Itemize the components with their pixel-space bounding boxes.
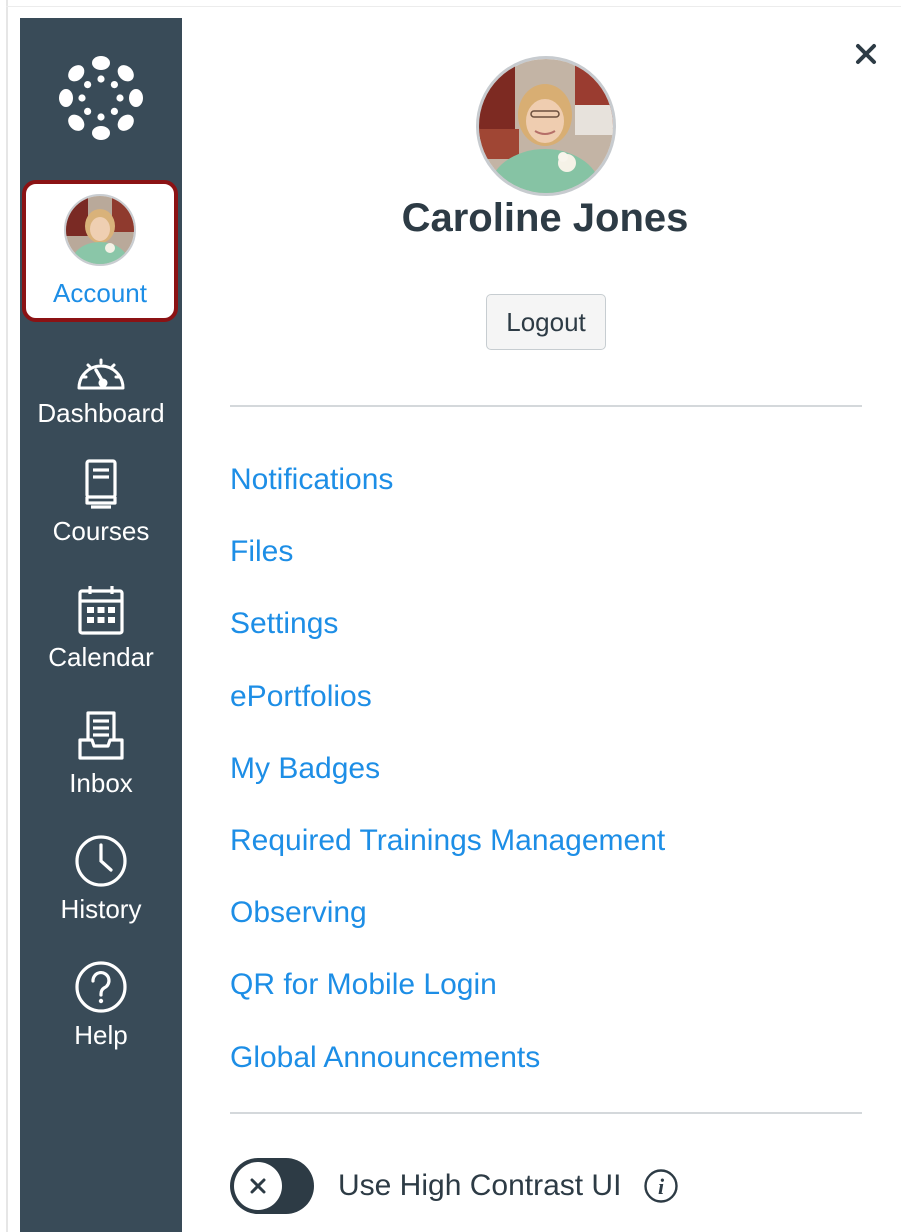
nav-item-dashboard[interactable]: Dashboard — [20, 340, 182, 460]
help-question-icon — [75, 961, 127, 1013]
inbox-tray-icon — [78, 711, 124, 760]
high-contrast-toggle[interactable] — [230, 1158, 314, 1214]
clock-icon — [75, 835, 127, 887]
link-files[interactable]: Files — [230, 535, 293, 569]
list-item: My Badges — [230, 733, 665, 805]
courses-book-icon — [85, 459, 117, 509]
link-my-badges[interactable]: My Badges — [230, 752, 380, 786]
list-item: Required Trainings Management — [230, 805, 665, 877]
link-settings[interactable]: Settings — [230, 607, 338, 641]
link-global-announcements[interactable]: Global Announcements — [230, 1041, 540, 1075]
close-icon — [856, 44, 876, 64]
list-item: Global Announcements — [230, 1022, 665, 1094]
list-item: QR for Mobile Login — [230, 949, 665, 1021]
account-avatar — [64, 194, 136, 266]
list-item: Notifications — [230, 444, 665, 516]
nav-item-help-label: Help — [74, 1020, 128, 1050]
link-qr-mobile-login[interactable]: QR for Mobile Login — [230, 968, 497, 1002]
toggle-knob — [234, 1162, 282, 1210]
list-item: Files — [230, 516, 665, 588]
calendar-icon — [78, 586, 124, 635]
high-contrast-row: Use High Contrast UI i — [230, 1158, 870, 1214]
info-icon[interactable]: i — [643, 1168, 679, 1204]
link-eportfolios[interactable]: ePortfolios — [230, 680, 372, 714]
dashboard-gauge-icon — [77, 358, 125, 390]
nav-item-courses[interactable]: Courses — [20, 458, 182, 578]
list-item: ePortfolios — [230, 661, 665, 733]
window-frame-left — [6, 0, 8, 1232]
nav-item-courses-label: Courses — [52, 516, 150, 546]
link-required-trainings-management[interactable]: Required Trainings Management — [230, 824, 665, 858]
nav-item-inbox[interactable]: Inbox — [20, 710, 182, 830]
nav-item-account-label: Account — [53, 278, 147, 308]
nav-item-calendar[interactable]: Calendar — [20, 584, 182, 704]
logout-button[interactable]: Logout — [486, 294, 606, 350]
nav-item-calendar-label: Calendar — [48, 642, 154, 672]
canvas-logo-link[interactable] — [20, 18, 182, 178]
divider-bottom — [230, 1112, 862, 1114]
canvas-logo-icon — [59, 56, 143, 140]
nav-item-inbox-label: Inbox — [69, 768, 133, 798]
user-name-heading: Caroline Jones — [401, 196, 689, 240]
window-frame-top — [6, 6, 901, 7]
link-notifications[interactable]: Notifications — [230, 463, 393, 497]
list-item: Settings — [230, 588, 665, 660]
svg-text:i: i — [658, 1174, 665, 1199]
nav-item-help[interactable]: Help — [20, 961, 182, 1082]
close-tray-button[interactable] — [852, 40, 880, 68]
nav-item-account[interactable]: Account — [22, 180, 178, 322]
nav-item-history-label: History — [60, 894, 142, 924]
nav-item-history[interactable]: History — [20, 835, 182, 956]
x-off-icon — [250, 1178, 266, 1194]
divider-top — [230, 405, 862, 407]
user-avatar — [476, 56, 616, 196]
nav-item-dashboard-label: Dashboard — [37, 398, 165, 428]
high-contrast-label: Use High Contrast UI — [338, 1169, 622, 1202]
list-item: Observing — [230, 877, 665, 949]
link-observing[interactable]: Observing — [230, 896, 367, 930]
account-links-list: Notifications Files Settings ePortfolios… — [230, 444, 665, 1094]
